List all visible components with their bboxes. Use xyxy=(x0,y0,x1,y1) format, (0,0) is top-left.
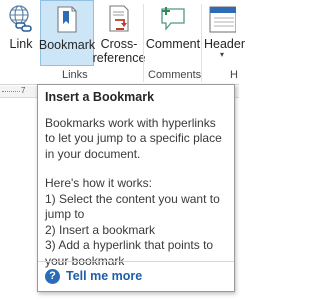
help-icon: ? xyxy=(45,268,60,284)
bookmark-tooltip: Insert a Bookmark Bookmarks work with hy… xyxy=(37,84,235,292)
tooltip-step: 2) Insert a bookmark xyxy=(45,222,156,237)
cross-reference-button[interactable]: Cross- reference xyxy=(93,0,145,66)
header-button[interactable]: Header ▾ xyxy=(204,0,246,66)
globe-link-icon xyxy=(9,5,32,32)
header-icon xyxy=(209,6,236,33)
ribbon: Link Bookmark Cross- reference Comment H… xyxy=(0,0,245,85)
tooltip-step: 3) Add a hyperlink that points to your b… xyxy=(45,238,214,268)
header-label: Header xyxy=(204,37,245,51)
cross-reference-label-line1: Cross- xyxy=(100,37,138,51)
tell-me-more-link[interactable]: ? Tell me more xyxy=(45,269,142,285)
tooltip-step: 1) Select the content you want to jump t… xyxy=(45,191,220,222)
comment-icon xyxy=(161,7,185,31)
cross-reference-label: Cross- reference xyxy=(93,37,146,65)
comment-button[interactable]: Comment xyxy=(146,0,200,66)
group-separator xyxy=(143,4,144,82)
cross-reference-label-line2: reference xyxy=(92,51,146,65)
ruler-number: 7 xyxy=(21,86,26,95)
link-button[interactable]: Link xyxy=(6,0,36,66)
bookmark-button[interactable]: Bookmark xyxy=(38,0,96,66)
cross-reference-icon xyxy=(109,5,129,32)
tell-me-more-label: Tell me more xyxy=(66,268,143,283)
ruler-ticks xyxy=(2,91,20,93)
comments-group-label: Comments xyxy=(148,69,202,81)
links-group-label: Links xyxy=(62,69,88,81)
dropdown-arrow-icon[interactable]: ▾ xyxy=(220,50,224,59)
tooltip-divider xyxy=(38,261,234,262)
partial-group-label: H xyxy=(230,69,238,81)
link-label: Link xyxy=(9,37,33,51)
tooltip-howto-heading: Here's how it works: xyxy=(45,176,152,190)
comment-label: Comment xyxy=(145,37,201,51)
bookmark-icon xyxy=(57,6,77,33)
tooltip-title: Insert a Bookmark xyxy=(45,90,155,104)
bookmark-label: Bookmark xyxy=(38,38,96,52)
tooltip-description: Bookmarks work with hyperlinks to let yo… xyxy=(45,115,222,161)
